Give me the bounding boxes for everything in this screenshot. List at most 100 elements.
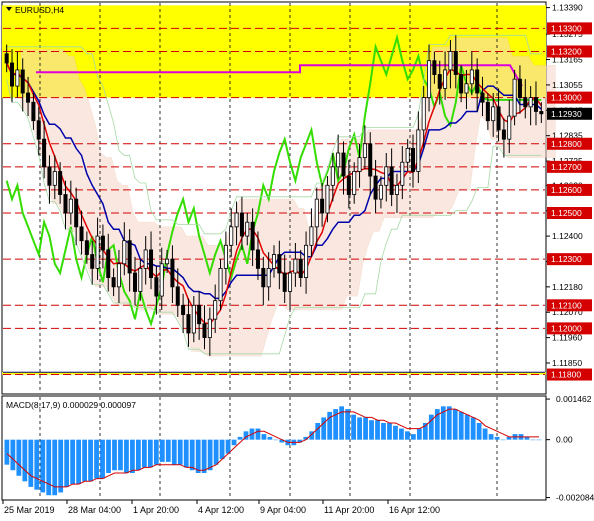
candle-body <box>245 221 250 237</box>
macd-panel[interactable]: 0.001462 0.00 -0.002084 MACD(8,17,9) 0.000… <box>1 394 594 503</box>
candle-body <box>411 147 416 172</box>
time-tick-label: 9 Apr 04:00 <box>260 505 306 515</box>
time-tick-label: 1 Apr 20:00 <box>133 505 179 515</box>
candle-body <box>389 166 394 195</box>
macd-bar <box>4 439 10 465</box>
candle-body <box>496 106 501 131</box>
macd-bar <box>100 439 105 479</box>
macd-bar <box>112 439 117 471</box>
candle-body <box>277 254 282 274</box>
candle-body <box>255 249 260 269</box>
candle-body <box>491 106 496 122</box>
macd-bar <box>458 411 464 440</box>
level-tag-label: 1.12700 <box>551 162 582 172</box>
macd-bar <box>124 439 129 473</box>
candle-body <box>352 171 357 195</box>
candle-body <box>341 152 346 177</box>
macd-bar <box>177 439 183 465</box>
macd-bar <box>118 439 123 471</box>
candle-body <box>111 277 116 288</box>
candle-body <box>298 258 303 279</box>
macd-bar <box>470 417 476 440</box>
candle-body <box>309 226 314 246</box>
macd-bar <box>171 439 177 465</box>
macd-bar <box>82 439 87 482</box>
macd-bar <box>387 423 392 440</box>
candle-body <box>213 300 218 320</box>
macd-bar <box>261 434 267 440</box>
candle-body <box>373 175 378 200</box>
candle-body <box>154 277 159 297</box>
candle-body <box>271 254 277 269</box>
time-tick-label: 4 Apr 12:00 <box>198 505 244 515</box>
price-panel[interactable]: 1.133901.132751.131651.130551.129451.128… <box>1 1 592 395</box>
candle-body <box>368 143 373 177</box>
macd-bar <box>273 439 279 441</box>
macd-bar <box>106 439 111 473</box>
candle-body <box>31 101 36 122</box>
macd-bar <box>34 439 40 490</box>
candle-body <box>191 304 196 334</box>
macd-bar <box>488 434 494 440</box>
level-tag-label: 1.12600 <box>551 185 582 195</box>
macd-bar <box>94 439 99 479</box>
macd-bar <box>64 439 70 487</box>
candle-body <box>266 267 271 288</box>
macd-bar <box>237 436 243 440</box>
candle-body <box>293 258 298 274</box>
candle-body <box>330 166 335 186</box>
candle-body <box>52 171 57 186</box>
macd-bar <box>375 420 380 440</box>
trading-chart[interactable]: 1.133901.132751.131651.130551.129451.128… <box>0 0 594 521</box>
candle-body <box>437 74 442 89</box>
macd-bar <box>130 439 135 473</box>
macd-bar <box>494 436 500 440</box>
level-tag-label: 1.12800 <box>551 139 582 149</box>
macd-bar <box>141 439 147 468</box>
candle-body <box>165 258 170 265</box>
macd-bar <box>482 428 488 440</box>
candle-body <box>475 69 480 94</box>
price-tick-label: 1.13390 <box>552 3 583 13</box>
candle-body <box>15 69 20 87</box>
macd-bar <box>381 423 386 440</box>
candle-body <box>357 157 362 172</box>
macd-bar <box>28 439 34 487</box>
macd-bar <box>416 428 422 440</box>
macd-bar <box>189 439 195 471</box>
candle-body <box>143 249 148 269</box>
candle-body <box>116 263 121 288</box>
candle-body <box>250 221 255 251</box>
candle-body <box>20 69 25 94</box>
candle-body <box>533 97 538 112</box>
macd-tick-label: 0.00 <box>556 435 573 445</box>
candle-body <box>507 115 512 140</box>
macd-bar <box>357 417 362 440</box>
price-tick-label: 1.11850 <box>552 358 582 368</box>
macd-bar <box>147 439 153 468</box>
candle-body <box>469 69 474 85</box>
macd-bar <box>88 439 93 482</box>
candle-body <box>405 147 410 163</box>
current-price-tag-label: 1.12930 <box>551 109 582 119</box>
level-tag-label: 1.13000 <box>551 93 582 103</box>
candle-body <box>459 74 464 94</box>
macd-bar <box>58 439 64 493</box>
candle-body <box>314 198 319 228</box>
candle-body <box>501 129 506 140</box>
macd-bar <box>536 439 542 441</box>
candle-body <box>261 267 266 288</box>
macd-bar <box>153 439 159 465</box>
candle-body <box>74 198 79 228</box>
candle-body <box>68 198 73 214</box>
candle-body <box>325 184 330 214</box>
candle-body <box>528 97 533 108</box>
macd-bar <box>76 439 82 485</box>
candle-body <box>106 249 111 279</box>
level-tag-label: 1.12300 <box>551 254 582 264</box>
candle-body <box>175 286 180 306</box>
macd-bar <box>70 439 76 485</box>
candle-body <box>346 175 351 195</box>
macd-tick-label: -0.002084 <box>556 493 594 503</box>
level-tag-label: 1.13300 <box>551 23 582 33</box>
